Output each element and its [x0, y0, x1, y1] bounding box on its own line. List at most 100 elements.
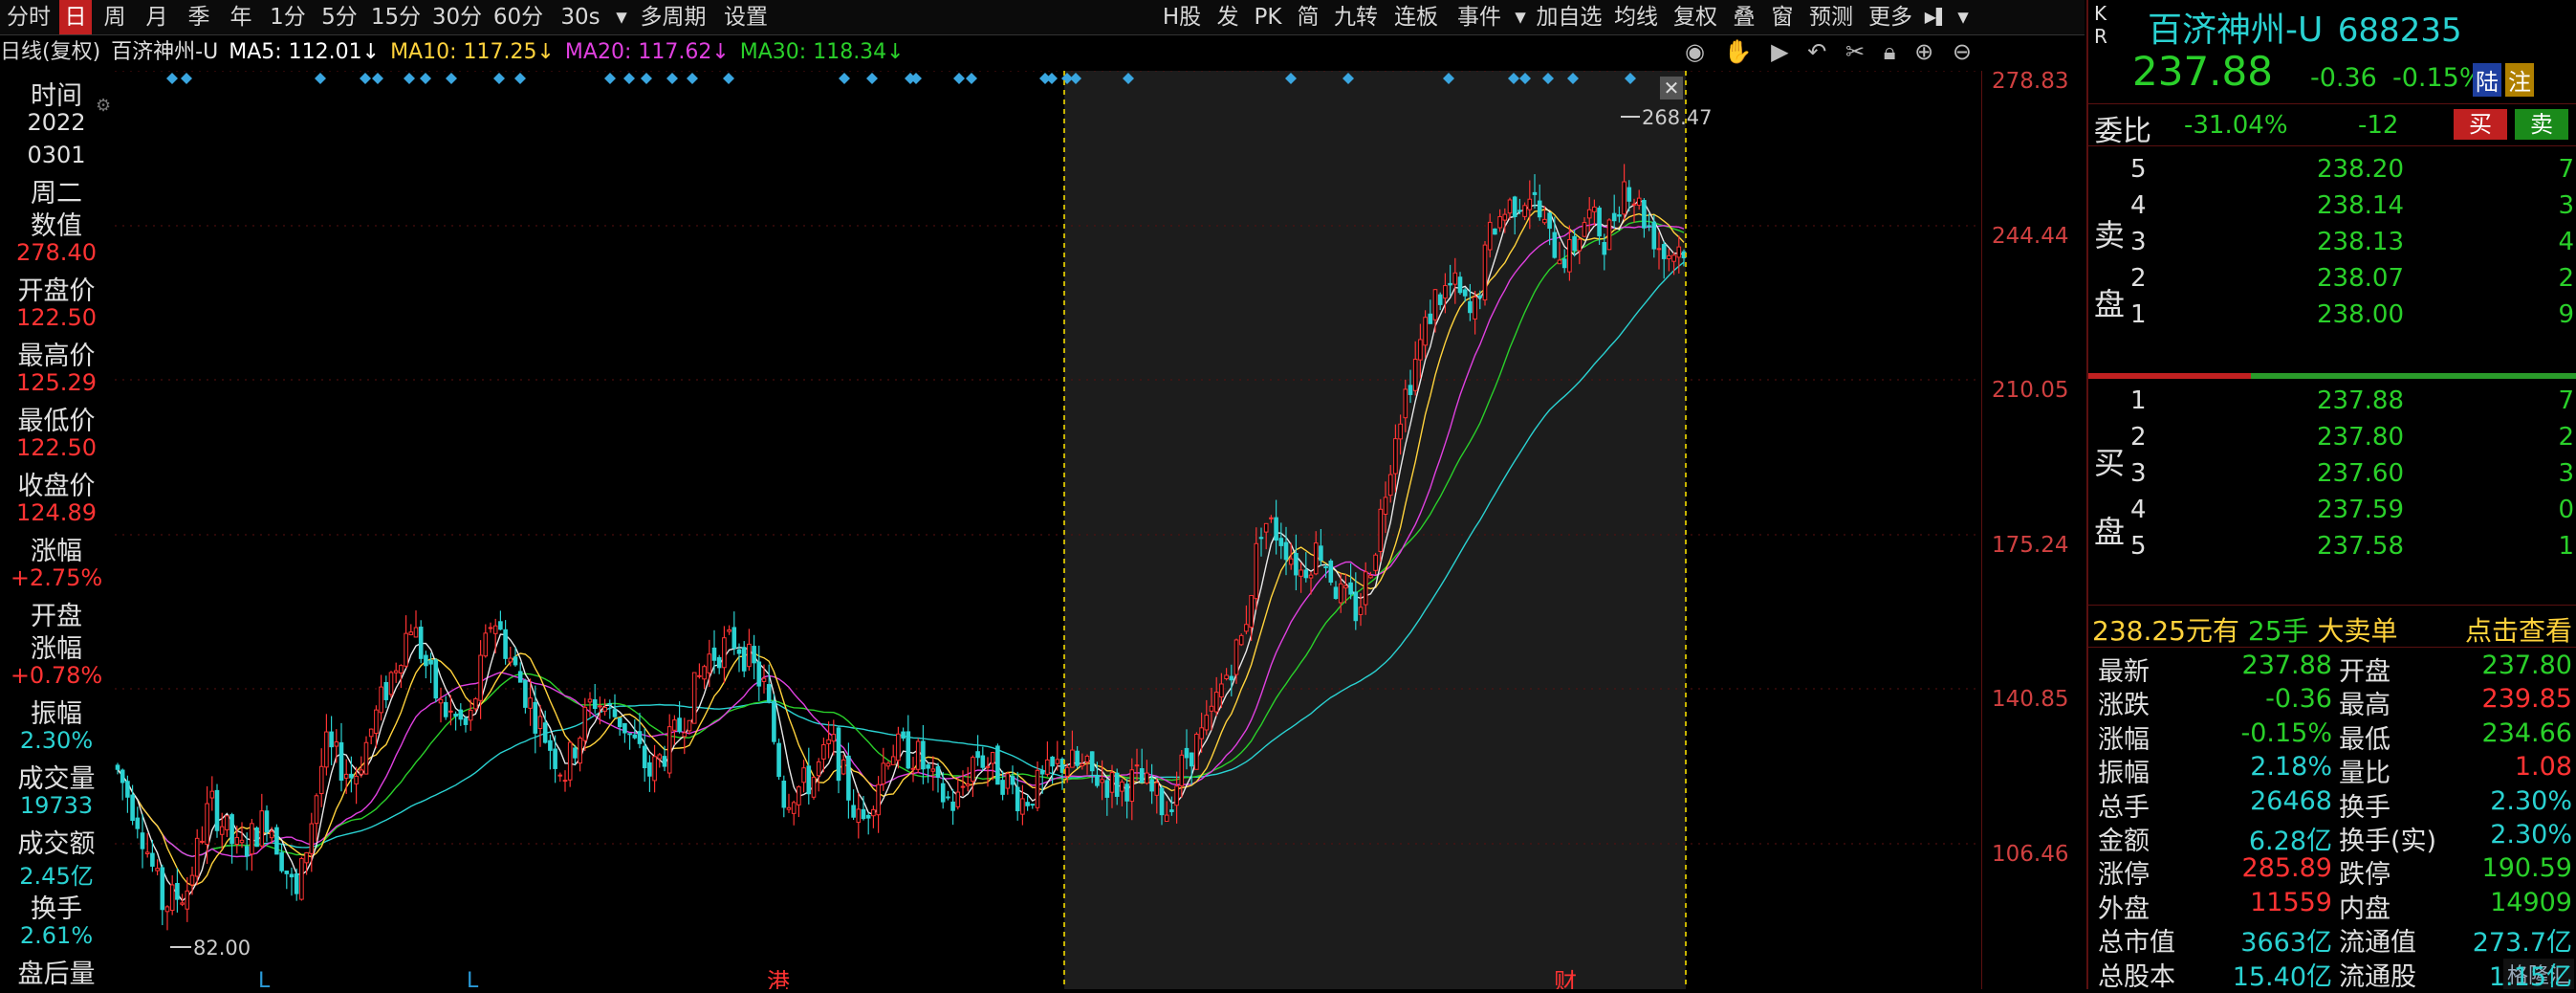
indicator-legend: 日线(复权) 百济神州-U MA5: 112.01↓ MA10: 117.25↓… [0, 35, 908, 70]
legend-ma30: MA30: 118.34↓ [739, 40, 905, 64]
period-tab-7[interactable]: 5分 [316, 0, 363, 34]
market-badge: K R [2094, 2, 2107, 48]
toolbar-item-0[interactable]: H股 [1157, 0, 1207, 34]
price-axis: 278.83 244.44 210.05 175.24 140.85 106.46 [1981, 69, 2087, 989]
ask-level-1[interactable]: 1 238.00 9 [2088, 300, 2576, 337]
period-tab-11[interactable]: 30s [551, 0, 610, 34]
hand-icon[interactable]: ✋ [1724, 38, 1753, 65]
period-tab-1[interactable]: 日 [59, 0, 92, 34]
ask-level-4[interactable]: 4 238.14 3 [2088, 191, 2576, 228]
toolbar-item-1[interactable]: 发 [1211, 0, 1245, 34]
period-tab-8[interactable]: 15分 [367, 0, 425, 34]
event-dropdown-icon[interactable]: ▾ [1513, 0, 1528, 34]
stat-value: 3663亿 [2240, 928, 2332, 959]
level-qty: 9 [2558, 300, 2574, 329]
more-periods-button[interactable]: 多周期 [635, 0, 711, 34]
ask-level-3[interactable]: 3 238.13 4 [2088, 228, 2576, 264]
level-price: 237.60 [2317, 459, 2404, 488]
stat-value: 26468 [2250, 785, 2332, 816]
stock-name-text: 百济神州-U [2148, 11, 2324, 50]
bid-level-1[interactable]: 1 237.88 7 [2088, 386, 2576, 423]
toolbar-item-4[interactable]: 九转 [1329, 0, 1383, 34]
toolbar-item-10[interactable]: 叠 [1727, 0, 1761, 34]
level-qty: 4 [2558, 228, 2574, 256]
level-num: 1 [2130, 300, 2147, 329]
info-chg: +2.75% [10, 564, 103, 591]
level-price: 237.59 [2317, 496, 2404, 524]
period-tab-2[interactable]: 周 [96, 0, 134, 34]
lock-icon[interactable]: 🔒︎ [1884, 38, 1896, 65]
big-order-link[interactable]: 点击查看 [2465, 610, 2572, 649]
more-dropdown-icon[interactable]: ▾ [1954, 0, 1972, 34]
zoom-out-icon[interactable]: ⊖ [1953, 38, 1972, 65]
toolbar-item-7[interactable]: 加自选 [1534, 0, 1605, 34]
toolbar-item-3[interactable]: 简 [1291, 0, 1325, 34]
event-marker-hk[interactable]: 港 [767, 968, 790, 989]
toolbar-item-8[interactable]: 均线 [1608, 0, 1664, 34]
stat-value: 1.15亿 [2488, 961, 2572, 992]
stat-value: 285.89 [2241, 853, 2332, 884]
ask-level-5[interactable]: 5 238.20 7 [2088, 155, 2576, 191]
eye-icon[interactable]: ◉ [1685, 38, 1705, 65]
undo-icon[interactable]: ↶ [1807, 38, 1826, 65]
stat-key: 换手 [2339, 792, 2390, 823]
info-amt: 2.45亿 [19, 863, 94, 890]
bid-level-4[interactable]: 4 237.59 0 [2088, 496, 2576, 532]
kline-chart[interactable]: L L ✕ 268.47 82.00 港 财 [115, 71, 1981, 989]
stat-value: 2.30% [2490, 820, 2572, 850]
bid-level-2[interactable]: 2 237.80 2 [2088, 423, 2576, 459]
period-tab-0[interactable]: 分时 [2, 0, 55, 34]
toolbar-item-6[interactable]: 事件 [1450, 0, 1509, 34]
sell-button[interactable]: 卖 [2515, 109, 2568, 140]
toolbar-item-13[interactable]: 更多 [1863, 0, 1918, 34]
period-tab-10[interactable]: 60分 [490, 0, 547, 34]
settings-button[interactable]: 设置 [717, 0, 775, 34]
chart-mode[interactable]: 日线(复权) [0, 40, 100, 64]
stat-key: 最新 [2098, 657, 2150, 687]
toolbar-item-9[interactable]: 复权 [1668, 0, 1723, 34]
period-dropdown-icon[interactable]: ▾ [612, 0, 631, 34]
value-label: 数值 [31, 211, 82, 241]
weicha-value: -12 [2358, 111, 2399, 140]
level-price: 238.07 [2317, 264, 2404, 293]
bid-level-5[interactable]: 5 237.58 1 [2088, 532, 2576, 568]
period-tab-6[interactable]: 1分 [264, 0, 312, 34]
bid-level-3[interactable]: 3 237.60 3 [2088, 459, 2576, 496]
period-tab-9[interactable]: 30分 [428, 0, 486, 34]
y-tick-0: 278.83 [1992, 69, 2069, 94]
stat-key: 振幅 [2098, 759, 2150, 789]
open-chg-label-2: 涨幅 [31, 634, 82, 664]
stat-value: 1.08 [2514, 752, 2572, 783]
play-icon[interactable]: ▶ [1771, 38, 1788, 65]
gear-icon[interactable]: ⚙ [96, 96, 111, 116]
info-date: 0301 [27, 142, 86, 168]
stat-key: 内盘 [2339, 894, 2390, 924]
legend-ma20: MA20: 117.62↓ [564, 40, 730, 64]
stat-row: 金额 6.28亿 换手(实) 2.30% [2088, 820, 2576, 856]
scissors-icon[interactable]: ✂ [1845, 38, 1865, 65]
info-high: 125.29 [16, 369, 97, 396]
zoom-in-icon[interactable]: ⊕ [1914, 38, 1933, 65]
ask-level-2[interactable]: 2 238.07 2 [2088, 264, 2576, 300]
stat-row: 总手 26468 换手 2.30% [2088, 785, 2576, 823]
period-tab-5[interactable]: 年 [222, 0, 260, 34]
stat-value: 2.18% [2250, 752, 2332, 783]
svg-text:✕: ✕ [1664, 77, 1680, 99]
event-marker-financial[interactable]: 财 [1554, 968, 1577, 989]
toolbar-item-11[interactable]: 窗 [1765, 0, 1800, 34]
toolbar-item-5[interactable]: 连板 [1386, 0, 1446, 34]
ask-bid-bar-red [2088, 373, 2251, 379]
toolbar-item-2[interactable]: PK [1249, 0, 1287, 34]
close-label: 收盘价 [17, 472, 96, 501]
level-price: 237.58 [2317, 532, 2404, 561]
range-close-icon[interactable]: ✕ [1660, 77, 1683, 99]
collapse-panel-icon[interactable]: ▶▌ [1922, 0, 1951, 34]
amp-label: 振幅 [31, 699, 82, 729]
buy-button[interactable]: 买 [2454, 109, 2507, 140]
y-tick-4: 140.85 [1992, 687, 2069, 712]
level-num: 2 [2130, 423, 2147, 452]
toolbar-item-12[interactable]: 预测 [1803, 0, 1859, 34]
period-tab-4[interactable]: 季 [180, 0, 218, 34]
period-tab-3[interactable]: 月 [138, 0, 176, 34]
turn-label: 换手 [31, 894, 82, 924]
